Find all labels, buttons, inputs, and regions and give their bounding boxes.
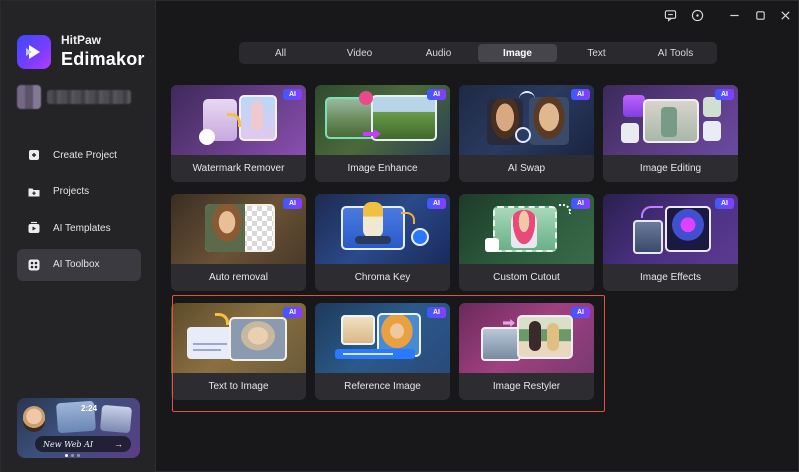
promo-text: New Web AI bbox=[43, 439, 94, 449]
feedback-icon[interactable] bbox=[663, 8, 677, 22]
category-tabs: All Video Audio Image Text AI Tools bbox=[239, 42, 717, 64]
promo-banner[interactable]: 2:24 New Web AI → bbox=[17, 398, 140, 458]
ai-badge: AI bbox=[427, 89, 446, 100]
tool-card-label: AI Swap bbox=[507, 163, 546, 174]
tool-card-label: Image Enhance bbox=[347, 163, 418, 174]
ai-badge: AI bbox=[571, 198, 590, 209]
tool-card-label: Image Restyler bbox=[492, 381, 561, 392]
user-name-blurred bbox=[47, 90, 131, 104]
ai-badge: AI bbox=[715, 198, 734, 209]
ai-badge: AI bbox=[283, 198, 302, 209]
promo-dot[interactable] bbox=[65, 454, 68, 457]
promo-dot[interactable] bbox=[71, 454, 74, 457]
tool-card-label: Image Effects bbox=[640, 272, 701, 283]
tool-card-label: Image Editing bbox=[639, 163, 702, 174]
sidebar-item-projects[interactable]: Projects bbox=[17, 176, 141, 208]
promo-pill[interactable]: New Web AI → bbox=[35, 436, 131, 452]
ai-badge: AI bbox=[571, 307, 590, 318]
ai-toolbox-icon bbox=[27, 258, 41, 272]
create-project-icon bbox=[27, 148, 41, 162]
promo-portrait bbox=[23, 406, 45, 432]
tool-card-label: Chroma Key bbox=[354, 272, 411, 283]
ai-badge: AI bbox=[715, 89, 734, 100]
tool-card-image-editing[interactable]: AI Image Editing bbox=[603, 85, 738, 182]
close-icon[interactable] bbox=[778, 8, 792, 22]
ai-templates-icon bbox=[27, 221, 41, 235]
tool-card-chroma-key[interactable]: AI Chroma Key bbox=[315, 194, 450, 291]
ai-badge: AI bbox=[427, 198, 446, 209]
tool-card-ai-swap[interactable]: AI AI Swap bbox=[459, 85, 594, 182]
promo-dot[interactable] bbox=[77, 454, 80, 457]
tool-card-auto-removal[interactable]: AI Auto removal bbox=[171, 194, 306, 291]
tool-card-text-to-image[interactable]: AI Text to Image bbox=[171, 303, 306, 400]
tab-all[interactable]: All bbox=[241, 44, 320, 62]
sidebar-nav: Create Project Projects AI Templates AI … bbox=[17, 139, 141, 285]
tool-card-label: Auto removal bbox=[209, 272, 268, 283]
sidebar-item-label: Create Project bbox=[53, 149, 117, 161]
tool-card-custom-cutout[interactable]: AI Custom Cutout bbox=[459, 194, 594, 291]
brand-product: Edimakor bbox=[61, 49, 145, 69]
sidebar-item-ai-templates[interactable]: AI Templates bbox=[17, 212, 141, 244]
ai-badge: AI bbox=[283, 307, 302, 318]
tab-video[interactable]: Video bbox=[320, 44, 399, 62]
avatar bbox=[17, 85, 41, 109]
promo-time: 2:24 bbox=[81, 404, 98, 413]
sidebar-item-ai-toolbox[interactable]: AI Toolbox bbox=[17, 248, 141, 281]
tab-text[interactable]: Text bbox=[557, 44, 636, 62]
tool-card-image-effects[interactable]: AI Image Effects bbox=[603, 194, 738, 291]
ai-badge: AI bbox=[427, 307, 446, 318]
projects-icon bbox=[27, 185, 41, 199]
sidebar-item-label: Projects bbox=[53, 186, 90, 197]
sidebar-item-create-project[interactable]: Create Project bbox=[17, 139, 141, 171]
tool-card-image-enhance[interactable]: AI Image Enhance bbox=[315, 85, 450, 182]
maximize-icon[interactable] bbox=[753, 8, 767, 22]
brand-company: HitPaw bbox=[61, 33, 102, 47]
logo-play-icon bbox=[26, 45, 40, 59]
minimize-icon[interactable] bbox=[727, 8, 741, 22]
app-logo bbox=[17, 35, 51, 69]
sidebar: HitPaw Edimakor Create Project Projects bbox=[1, 1, 156, 472]
sidebar-item-label: AI Toolbox bbox=[53, 259, 100, 270]
tool-card-label: Reference Image bbox=[344, 381, 421, 392]
help-icon[interactable] bbox=[690, 8, 704, 22]
sidebar-item-label: AI Templates bbox=[53, 222, 111, 234]
tab-ai-tools[interactable]: AI Tools bbox=[636, 44, 715, 62]
tool-card-label: Text to Image bbox=[208, 381, 269, 392]
promo-thumbnail bbox=[99, 404, 133, 434]
ai-badge: AI bbox=[571, 89, 590, 100]
tab-audio[interactable]: Audio bbox=[399, 44, 478, 62]
promo-pagination bbox=[65, 454, 80, 457]
tool-card-label: Watermark Remover bbox=[192, 163, 285, 174]
tool-card-label: Custom Cutout bbox=[493, 272, 560, 283]
app-window: HitPaw Edimakor Create Project Projects bbox=[0, 0, 799, 472]
tool-card-watermark-remover[interactable]: AI Watermark Remover bbox=[171, 85, 306, 182]
tool-card-reference-image[interactable]: AI Reference Image bbox=[315, 303, 450, 400]
tab-image[interactable]: Image bbox=[478, 44, 557, 62]
arrow-right-icon: → bbox=[114, 439, 123, 449]
ai-badge: AI bbox=[283, 89, 302, 100]
tool-card-image-restyler[interactable]: AI Image Restyler bbox=[459, 303, 594, 400]
user-account[interactable] bbox=[17, 85, 139, 109]
